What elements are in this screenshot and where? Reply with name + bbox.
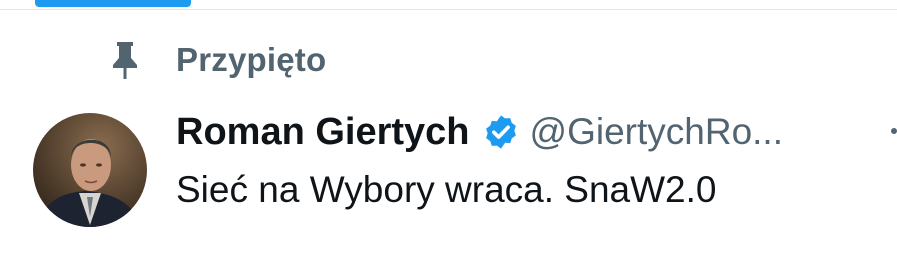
avatar[interactable]: [33, 113, 147, 227]
pinned-label: Przypięto: [176, 41, 327, 78]
pin-icon: [108, 40, 142, 80]
display-name[interactable]: Roman Giertych: [176, 111, 470, 154]
pinned-tweet-screen: Przypięto Roman Giertych @GiertychRo... …: [0, 0, 897, 277]
more-options-icon[interactable]: [891, 128, 897, 134]
pinned-indicator: Przypięto: [108, 40, 326, 80]
user-handle[interactable]: @GiertychRo...: [530, 111, 783, 153]
tweet-text: Sieć na Wybory wraca. SnaW2.0: [176, 169, 717, 210]
active-tab-indicator: [35, 0, 191, 7]
tweet-header: Roman Giertych @GiertychRo...: [176, 108, 783, 156]
verified-badge-icon: [482, 113, 520, 151]
tab-strip: [0, 0, 897, 10]
